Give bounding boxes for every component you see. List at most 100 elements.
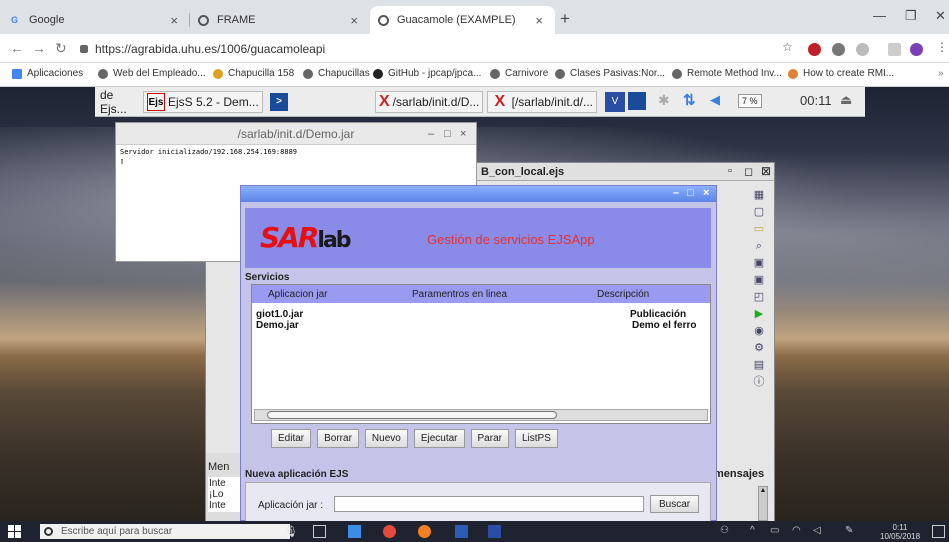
table-header: Aplicacion jar Paramentros en linea Desc… <box>252 285 710 303</box>
maximize-icon[interactable]: ◻ <box>744 165 753 178</box>
stop-button[interactable]: Parar <box>470 429 509 448</box>
pen-icon[interactable]: ✎ <box>845 525 858 538</box>
table-row[interactable]: giot1.0.jar Publicación <box>252 309 710 320</box>
chrome-icon <box>378 14 389 26</box>
back-icon[interactable]: ← <box>10 40 24 56</box>
url-bar[interactable]: https://agrabida.uhu.es/1006/guacamoleap… <box>80 38 780 59</box>
speaker-icon[interactable]: ◁ <box>813 525 826 538</box>
tab-frame[interactable]: FRAME × <box>190 6 370 34</box>
run-button[interactable]: Ejecutar <box>413 429 465 448</box>
firefox-icon[interactable] <box>418 525 431 538</box>
tools-icon[interactable]: ⚙ <box>752 341 766 355</box>
close-icon[interactable]: × <box>350 13 358 28</box>
save-as-icon[interactable]: ▣ <box>752 273 766 287</box>
menu-icon[interactable]: ⋮ <box>936 40 949 54</box>
wifi-icon[interactable]: ◠ <box>792 525 805 538</box>
notifications-icon[interactable] <box>932 525 945 538</box>
close-icon[interactable]: × <box>460 123 466 145</box>
vnc-icon[interactable]: V <box>605 92 625 112</box>
forward-icon[interactable]: → <box>32 40 46 56</box>
grid-icon[interactable]: ▦ <box>752 188 766 202</box>
scrollbar-thumb[interactable] <box>267 411 557 419</box>
network-icon[interactable]: ⇅ <box>683 91 696 109</box>
horizontal-scrollbar[interactable] <box>254 409 708 421</box>
remote-task-ejs[interactable]: Ejs EjsS 5.2 - Dem... <box>143 91 263 113</box>
bluetooth-icon[interactable]: ✱ <box>658 92 670 109</box>
taskbar-search[interactable]: Escribe aquí para buscar <box>40 524 290 539</box>
edit-button[interactable]: Editar <box>271 429 312 448</box>
info-icon[interactable]: ⓘ <box>752 375 766 389</box>
battery-icon[interactable]: ▭ <box>770 525 783 538</box>
close-icon[interactable]: × <box>535 13 543 28</box>
sarlab-header: SARlab Gestión de servicios EJSApp <box>245 208 711 268</box>
preview-icon[interactable]: ◰ <box>752 290 766 304</box>
word-icon[interactable] <box>455 525 468 538</box>
new-tab-button[interactable]: + <box>560 9 570 29</box>
volume-icon[interactable]: ◀ <box>710 92 720 108</box>
bookmark-item[interactable]: GitHub - jpcap/jpca... <box>373 68 481 79</box>
terminal-output[interactable]: Servidor inicializado/192.168.254.169:88… <box>116 145 476 169</box>
cast-icon[interactable] <box>888 43 901 56</box>
bookmark-item[interactable]: Remote Method Inv... <box>672 68 782 79</box>
close-window-icon[interactable]: ✕ <box>935 8 946 24</box>
maximize-icon[interactable]: □ <box>687 187 694 199</box>
chrome-icon[interactable] <box>383 525 396 538</box>
microphone-icon[interactable]: 🎙 <box>284 525 298 538</box>
terminal-icon[interactable] <box>628 92 646 110</box>
scrollbar[interactable]: ▲ <box>758 486 768 521</box>
bookmark-item[interactable]: How to create RMI... <box>788 68 894 79</box>
settings-icon[interactable]: ◉ <box>752 324 766 338</box>
cortana-icon <box>44 527 53 536</box>
app-jar-input[interactable] <box>334 496 644 512</box>
bookmark-item[interactable]: Chapucilla 158 <box>213 68 294 79</box>
new-button[interactable]: Nuevo <box>364 429 408 448</box>
minimize-icon[interactable]: — <box>873 8 886 23</box>
remote-task[interactable]: de Ejs... <box>97 88 141 116</box>
more-bookmarks-icon[interactable]: » <box>938 68 944 79</box>
bookmark-item[interactable]: Clases Pasivas:Nor... <box>555 68 665 79</box>
remote-task[interactable]: X /sarlab/init.d/D... <box>375 91 483 113</box>
task-view-icon[interactable] <box>313 525 326 538</box>
vnc-icon[interactable] <box>488 525 501 538</box>
minimize-icon[interactable]: – <box>673 187 679 199</box>
search-icon[interactable]: ⌕ <box>752 239 766 253</box>
reload-icon[interactable]: ↻ <box>55 40 67 57</box>
tab-google[interactable]: G Google × <box>0 6 190 34</box>
tab-guacamole[interactable]: Guacamole (EXAMPLE) × <box>370 6 555 34</box>
extension-icon[interactable] <box>832 43 845 56</box>
bookmark-apps[interactable]: Aplicaciones <box>12 68 83 79</box>
new-file-icon[interactable]: ▢ <box>752 205 766 219</box>
open-folder-icon[interactable]: ▭ <box>752 222 766 236</box>
restore-icon[interactable]: ▫ <box>728 165 732 177</box>
minimize-icon[interactable]: – <box>428 123 434 145</box>
taskbar-clock[interactable]: 0:11 10/05/2018 <box>880 523 920 541</box>
avatar[interactable] <box>910 43 923 56</box>
remote-desktop[interactable]: de Ejs... Ejs EjsS 5.2 - Dem... > X /sar… <box>0 87 949 521</box>
file-explorer-icon[interactable] <box>348 525 361 538</box>
chevron-up-icon[interactable]: ^ <box>750 525 763 538</box>
maximize-icon[interactable]: ❐ <box>905 8 917 24</box>
people-icon[interactable]: ⚇ <box>720 525 733 538</box>
close-icon[interactable]: × <box>170 13 178 28</box>
bookmark-item[interactable]: Carnivore <box>490 68 548 79</box>
save-icon[interactable]: ▣ <box>752 256 766 270</box>
delete-button[interactable]: Borrar <box>317 429 359 448</box>
eject-icon[interactable]: ⏏ <box>840 92 852 108</box>
star-icon[interactable]: ☆ <box>782 40 795 54</box>
remote-task[interactable]: > <box>270 91 294 113</box>
run-icon[interactable]: ▶ <box>752 307 766 321</box>
close-icon[interactable]: × <box>703 187 709 199</box>
package-icon[interactable]: ▤ <box>752 358 766 372</box>
table-row[interactable]: Demo.jar Demo el ferro <box>252 320 710 331</box>
adblock-icon[interactable] <box>808 43 821 56</box>
search-button[interactable]: Buscar <box>650 495 700 513</box>
remote-task[interactable]: X [/sarlab/init.d/... <box>487 91 597 113</box>
app-jar-label: Aplicación jar : <box>258 500 324 511</box>
close-icon[interactable]: ⊠ <box>761 164 771 178</box>
maximize-icon[interactable]: □ <box>444 123 451 145</box>
extension-icon[interactable] <box>856 43 869 56</box>
bookmark-item[interactable]: Chapucillas <box>303 68 370 79</box>
listps-button[interactable]: ListPS <box>514 429 558 448</box>
bookmark-item[interactable]: Web del Empleado... <box>98 68 206 79</box>
windows-start-icon[interactable] <box>8 525 21 538</box>
